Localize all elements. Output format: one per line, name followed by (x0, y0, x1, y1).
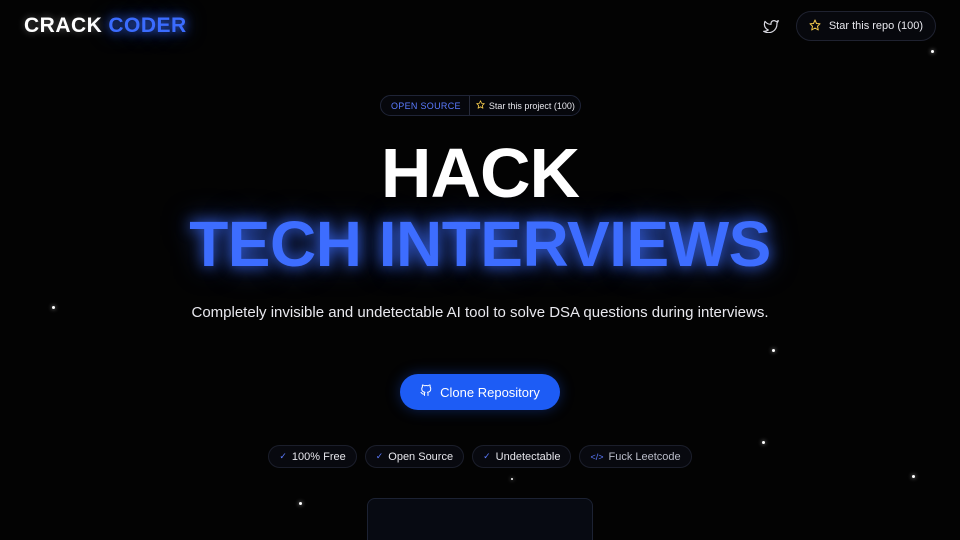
badge-label: Open Source (388, 450, 454, 463)
star-outline-icon (476, 100, 485, 111)
star-repo-label: Star this repo (100) (828, 20, 923, 32)
twitter-icon[interactable] (760, 15, 782, 37)
star-particle (511, 478, 513, 480)
github-icon (420, 384, 432, 400)
open-source-tag: OPEN SOURCE (381, 96, 470, 115)
badge-leetcode: </> Fuck Leetcode (579, 445, 692, 468)
star-icon (809, 19, 821, 34)
hero-subtitle: Completely invisible and undetectable AI… (191, 304, 769, 321)
star-particle (299, 502, 302, 505)
hero-title-tech-interviews: TECH INTERVIEWS (189, 208, 771, 280)
star-repo-button[interactable]: Star this repo (100) (795, 11, 936, 41)
star-particle (772, 349, 775, 352)
star-particle (762, 441, 765, 444)
header-actions: Star this repo (100) (760, 11, 936, 41)
feature-badges: ✓ 100% Free ✓ Open Source ✓ Undetectable… (0, 445, 960, 468)
logo-word-coder: CODER (108, 14, 187, 37)
badge-label: 100% Free (291, 450, 346, 463)
landing-page: CRACK CODER Star this repo (100) OPEN SO… (0, 0, 960, 540)
star-project-link[interactable]: Star this project (100) (470, 100, 575, 111)
check-icon: ✓ (375, 451, 384, 461)
badge-label: Fuck Leetcode (608, 450, 681, 463)
site-header: CRACK CODER Star this repo (100) (0, 0, 960, 52)
open-source-pill[interactable]: OPEN SOURCE Star this project (100) (380, 95, 581, 116)
code-icon: </> (590, 451, 604, 462)
hero-title-hack: HACK (380, 134, 580, 212)
check-icon: ✓ (483, 451, 491, 461)
logo-word-crack: CRACK (24, 14, 103, 37)
star-particle (912, 475, 915, 478)
check-icon: ✓ (279, 451, 287, 461)
star-project-label: Star this project (100) (488, 100, 575, 111)
star-particle (52, 306, 55, 309)
clone-repository-label: Clone Repository (440, 384, 540, 400)
badge-free: ✓ 100% Free (268, 445, 357, 468)
clone-repository-button[interactable]: Clone Repository (400, 374, 560, 410)
preview-card (367, 498, 593, 540)
logo[interactable]: CRACK CODER (24, 14, 187, 38)
badge-label: Undetectable (495, 450, 561, 463)
badge-open-source: ✓ Open Source (364, 445, 465, 468)
badge-undetectable: ✓ Undetectable (472, 445, 572, 468)
